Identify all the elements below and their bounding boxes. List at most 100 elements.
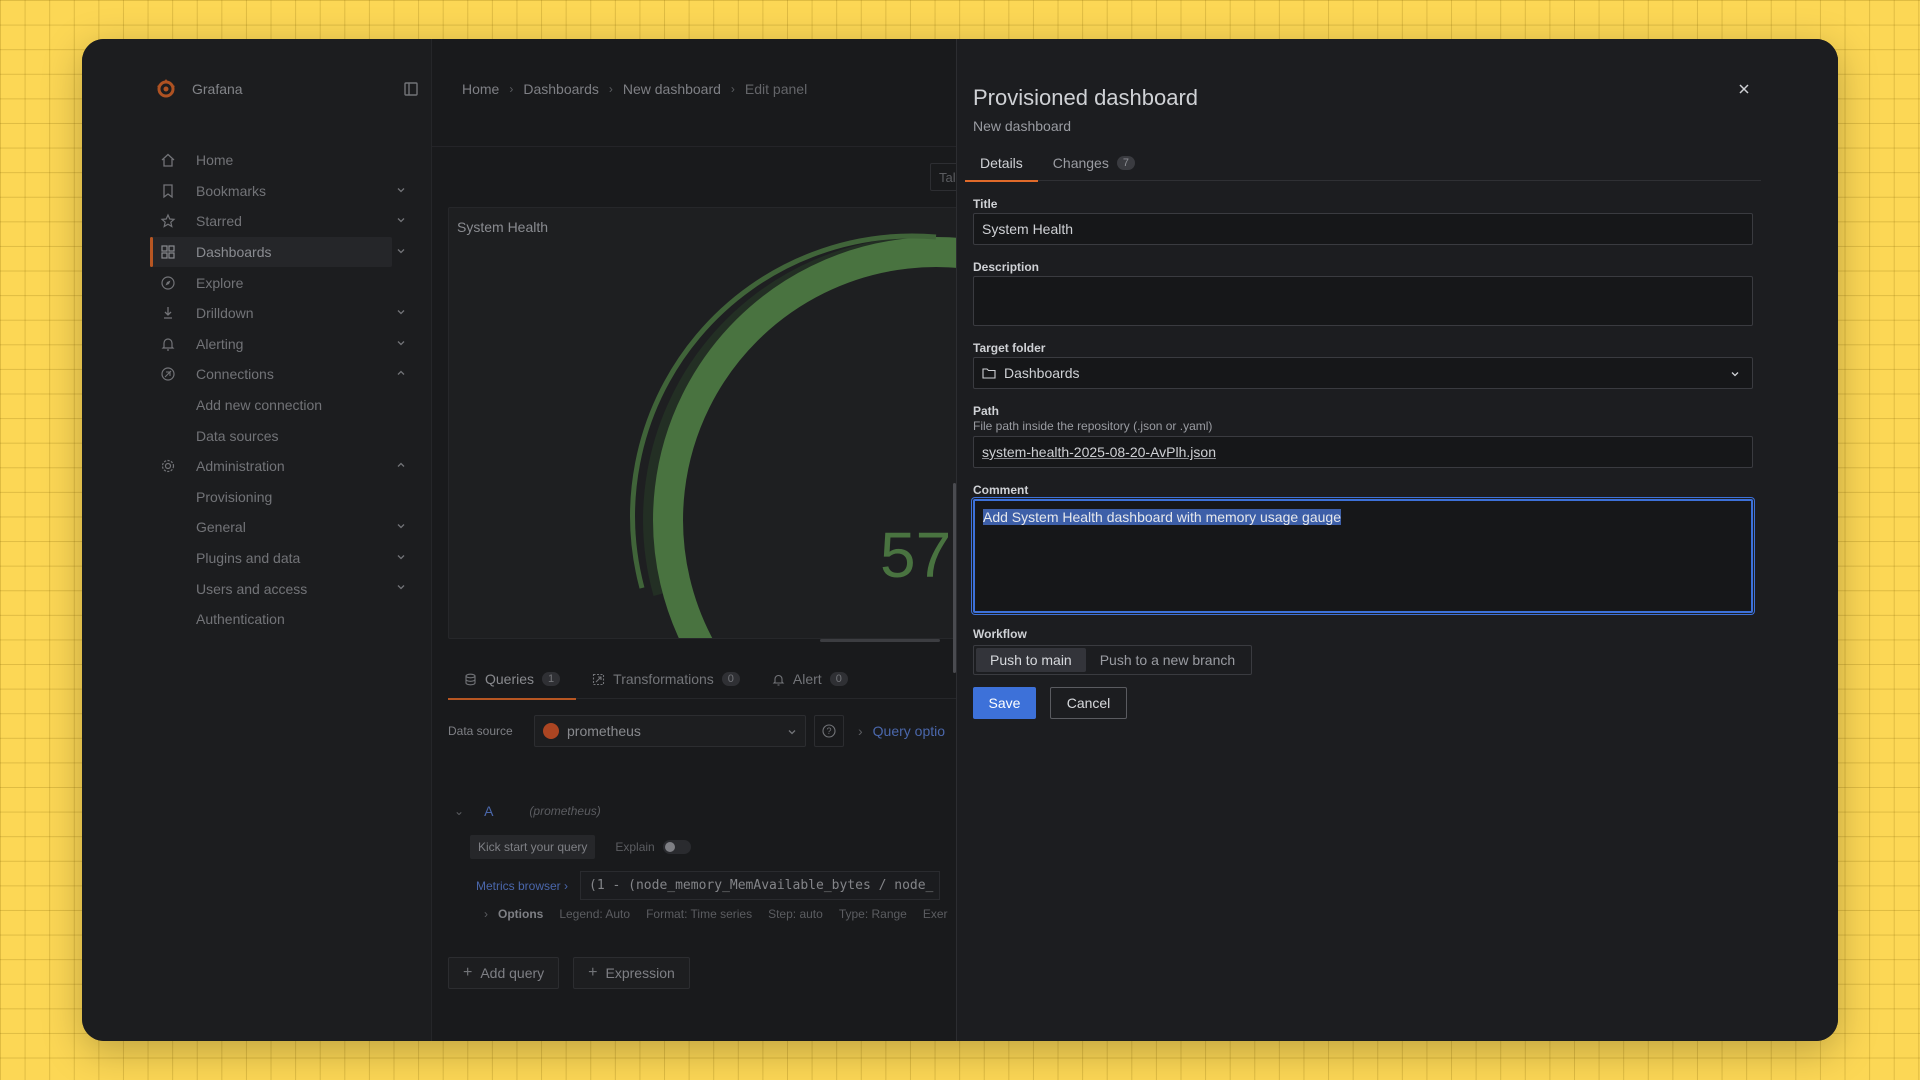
chevron-right-icon: › xyxy=(484,907,488,921)
format-option: Format: Time series xyxy=(646,907,753,921)
add-query-button[interactable]: + Add query xyxy=(448,957,560,989)
target-folder-select[interactable]: Dashboards xyxy=(973,357,1753,389)
step-option: Step: auto xyxy=(768,907,823,921)
query-row-header[interactable]: ⌄ A (prometheus) xyxy=(448,803,601,819)
breadcrumb-new-dashboard[interactable]: New dashboard xyxy=(623,81,721,97)
sidebar-item-dashboards[interactable]: Dashboards xyxy=(150,236,405,268)
query-options-toggle[interactable]: › Query optio xyxy=(858,723,945,739)
metrics-browser-button[interactable]: Metrics browser › xyxy=(476,879,568,893)
datasource-picker[interactable]: prometheus xyxy=(534,715,806,747)
sidebar-item-explore[interactable]: Explore xyxy=(150,267,414,298)
add-buttons: + Add query + Expression xyxy=(448,957,704,989)
link-icon xyxy=(161,367,175,382)
dock-menu-icon[interactable] xyxy=(404,82,418,96)
sidebar-item-home[interactable]: Home xyxy=(150,145,414,176)
query-editor-row: Metrics browser › (1 - (node_memory_MemA… xyxy=(476,871,941,900)
path-input[interactable]: system-health-2025-08-20-AvPlh.json xyxy=(973,436,1753,468)
chevron-down-icon[interactable]: ⌄ xyxy=(454,804,464,818)
target-folder-value: Dashboards xyxy=(1004,365,1080,381)
drilldown-icon xyxy=(164,307,172,319)
close-icon xyxy=(1739,84,1749,94)
gauge-value: 57 xyxy=(880,519,952,591)
sidebar-item-drilldown[interactable]: Drilldown xyxy=(150,298,414,329)
sidebar-item-administration[interactable]: Administration xyxy=(150,451,414,482)
exemplars-option: Exer xyxy=(922,907,948,921)
horizontal-scrollbar[interactable] xyxy=(820,639,940,642)
star-icon xyxy=(160,214,176,229)
close-button[interactable] xyxy=(1734,79,1754,99)
description-textarea[interactable] xyxy=(973,276,1753,326)
comment-textarea[interactable]: Add System Health dashboard with memory … xyxy=(973,499,1753,613)
cog-icon xyxy=(161,460,175,473)
cancel-button[interactable]: Cancel xyxy=(1050,687,1127,719)
provisioned-dashboard-drawer: Provisioned dashboard New dashboard Deta… xyxy=(953,39,1838,1041)
chevron-up-icon[interactable] xyxy=(396,460,406,470)
title-input[interactable]: System Health xyxy=(973,213,1753,245)
save-button[interactable]: Save xyxy=(973,687,1036,719)
workflow-push-to-new-branch[interactable]: Push to a new branch xyxy=(1086,648,1249,672)
chevron-right-icon: › xyxy=(730,82,735,96)
sidebar-nav: Home Bookmarks Starred Dashboards Explor… xyxy=(150,145,414,635)
sidebar-item-plugins-and-data[interactable]: Plugins and data xyxy=(150,543,414,574)
transform-icon xyxy=(593,673,605,685)
breadcrumb: Home › Dashboards › New dashboard › Edit… xyxy=(462,81,807,97)
tab-queries[interactable]: Queries 1 xyxy=(448,659,577,700)
tab-changes[interactable]: Changes 7 xyxy=(1038,145,1150,181)
chevron-down-icon[interactable] xyxy=(396,246,406,256)
datasource-row: Data source prometheus ? › Query optio xyxy=(448,715,945,747)
brand[interactable]: Grafana xyxy=(154,77,243,101)
sidebar-item-users-and-access[interactable]: Users and access xyxy=(150,573,414,604)
sidebar: Grafana Home Bookmarks Starred Dashboard… xyxy=(82,39,432,1041)
datasource-label: Data source xyxy=(448,724,513,738)
query-ref-id: A xyxy=(484,803,494,819)
breadcrumb-dashboards[interactable]: Dashboards xyxy=(523,81,599,97)
sidebar-item-general[interactable]: General xyxy=(150,512,414,543)
vertical-scrollbar[interactable] xyxy=(953,483,956,673)
chevron-right-icon: › xyxy=(509,82,514,96)
bell-icon xyxy=(772,674,785,686)
drawer-tabs: Details Changes 7 xyxy=(965,145,1761,182)
kick-start-button[interactable]: Kick start your query xyxy=(470,835,596,859)
datasource-help-button[interactable]: ? xyxy=(814,715,844,747)
tab-alert[interactable]: Alert 0 xyxy=(756,659,864,699)
chevron-down-icon[interactable] xyxy=(396,582,406,592)
comment-label: Comment xyxy=(973,483,1029,497)
sidebar-item-add-new-connection[interactable]: Add new connection xyxy=(150,390,414,421)
chevron-down-icon[interactable] xyxy=(396,521,406,531)
tab-details[interactable]: Details xyxy=(965,145,1038,182)
compass-icon xyxy=(161,276,175,290)
chevron-up-icon[interactable] xyxy=(396,368,406,378)
promql-editor[interactable]: (1 - (node_memory_MemAvailable_bytes / n… xyxy=(580,871,941,900)
explain-toggle[interactable] xyxy=(662,840,691,854)
sidebar-item-bookmarks[interactable]: Bookmarks xyxy=(150,176,414,207)
chevron-down-icon xyxy=(788,730,796,735)
sidebar-item-connections[interactable]: Connections xyxy=(150,359,414,390)
gauge-panel: System Health 57 xyxy=(448,207,988,639)
chevron-down-icon[interactable] xyxy=(396,215,406,225)
chevron-down-icon[interactable] xyxy=(396,307,406,317)
add-expression-button[interactable]: + Expression xyxy=(573,957,690,989)
brand-name: Grafana xyxy=(192,81,243,97)
chevron-right-icon: › xyxy=(608,82,613,96)
tab-count-badge: 0 xyxy=(829,672,848,686)
svg-text:?: ? xyxy=(826,726,831,736)
chevron-down-icon[interactable] xyxy=(396,338,406,348)
breadcrumb-home[interactable]: Home xyxy=(462,81,499,97)
tab-transformations[interactable]: Transformations 0 xyxy=(576,659,756,699)
changes-count-badge: 7 xyxy=(1116,156,1135,170)
sidebar-item-data-sources[interactable]: Data sources xyxy=(150,420,414,451)
workflow-push-to-main[interactable]: Push to main xyxy=(976,648,1086,672)
question-circle-icon: ? xyxy=(822,724,836,738)
chevron-down-icon[interactable] xyxy=(396,552,406,562)
legend-option: Legend: Auto xyxy=(559,907,631,921)
path-hint: File path inside the repository (.json o… xyxy=(973,419,1213,433)
sidebar-item-alerting[interactable]: Alerting xyxy=(150,329,414,360)
sidebar-item-authentication[interactable]: Authentication xyxy=(150,604,414,635)
options-label: Options xyxy=(498,907,544,921)
chevron-down-icon[interactable] xyxy=(396,185,406,195)
sidebar-item-provisioning[interactable]: Provisioning xyxy=(150,482,414,513)
tab-count-badge: 0 xyxy=(721,672,740,686)
sidebar-item-starred[interactable]: Starred xyxy=(150,206,414,237)
drawer-title: Provisioned dashboard xyxy=(973,85,1199,110)
query-options-row[interactable]: › Options Legend: Auto Format: Time seri… xyxy=(484,907,964,921)
